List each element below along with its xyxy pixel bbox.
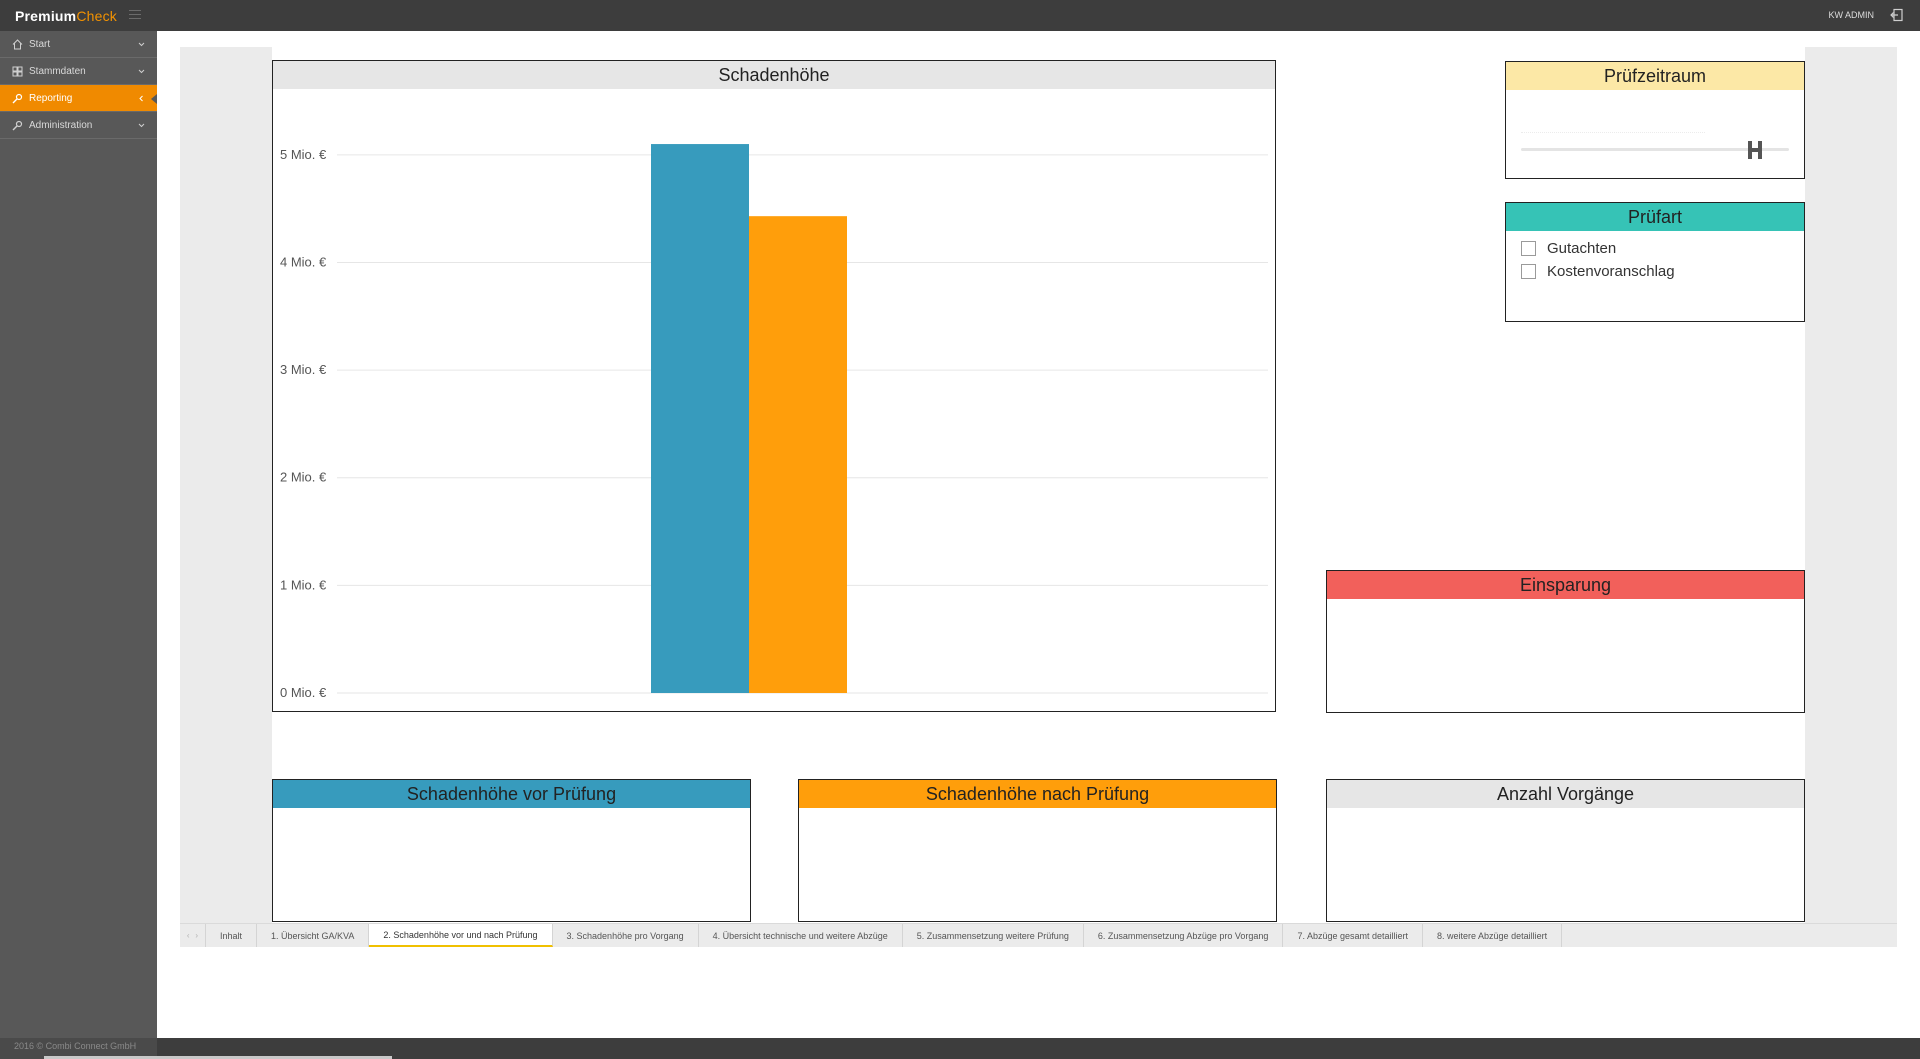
- brand-part-2: Check: [76, 8, 117, 24]
- chevron-down-icon: [138, 123, 145, 128]
- tab-page-7[interactable]: 7. Abzüge gesamt detailliert: [1283, 924, 1424, 947]
- pruefzeitraum-title: Prüfzeitraum: [1506, 62, 1804, 90]
- tab-page-0[interactable]: Inhalt: [206, 924, 258, 947]
- y-tick-label: 2 Mio. €: [280, 470, 327, 485]
- chart-card-schadenhoehe[interactable]: Schadenhöhe 0 Mio. € 1 Mio. € 2 Mio. € 3 Mi…: [272, 60, 1276, 712]
- tab-page-5[interactable]: 5. Zusammensetzung weitere Prüfung: [903, 924, 1084, 947]
- option-label: Gutachten: [1547, 240, 1617, 257]
- tab-page-1[interactable]: 1. Übersicht GA/KVA: [257, 924, 370, 947]
- kpi-card-einsparung[interactable]: Einsparung: [1326, 570, 1805, 713]
- y-tick-label: 0 Mio. €: [280, 685, 327, 700]
- nach-pruefung-title: Schadenhöhe nach Prüfung: [799, 780, 1276, 808]
- anzahl-vorgaenge-title: Anzahl Vorgänge: [1327, 780, 1804, 808]
- user-name[interactable]: KW ADMIN: [1828, 10, 1874, 20]
- chevron-left-icon: [139, 95, 143, 102]
- kpi-card-nach-pruefung[interactable]: Schadenhöhe nach Prüfung: [798, 779, 1277, 922]
- checkbox[interactable]: [1521, 241, 1536, 256]
- tab-scroll-buttons[interactable]: ‹ ›: [180, 924, 206, 947]
- wrench-icon: [12, 120, 23, 131]
- tab-page-6[interactable]: 6. Zusammensetzung Abzüge pro Vorgang: [1084, 924, 1284, 947]
- sidebar-item-stammdaten[interactable]: Stammdaten: [0, 58, 157, 85]
- pruefart-title: Prüfart: [1506, 203, 1804, 231]
- grid-icon: [12, 66, 23, 77]
- date-range-input[interactable]: [1521, 132, 1705, 133]
- filter-card-pruefart: Prüfart Gutachten Kostenvoranschlag: [1505, 202, 1805, 322]
- sidebar: Start Stammdaten Reporting Administratio…: [0, 31, 157, 1038]
- menu-toggle-icon[interactable]: [129, 10, 141, 20]
- option-label: Kostenvoranschlag: [1547, 263, 1675, 280]
- bar-series-1[interactable]: [749, 216, 847, 693]
- sidebar-item-label: Administration: [29, 119, 93, 131]
- chevron-right-icon[interactable]: ›: [195, 931, 198, 940]
- tab-page-2[interactable]: 2. Schadenhöhe vor und nach Prüfung: [369, 924, 553, 947]
- top-bar: PremiumCheck KW ADMIN: [0, 0, 1920, 31]
- chevron-down-icon: [138, 42, 145, 47]
- sidebar-item-reporting[interactable]: Reporting: [0, 85, 157, 112]
- chevron-down-icon: [138, 69, 145, 74]
- option-gutachten[interactable]: Gutachten: [1521, 237, 1804, 260]
- y-tick-label: 4 Mio. €: [280, 254, 327, 269]
- sidebar-item-label: Reporting: [29, 92, 73, 104]
- wrench-icon: [12, 93, 23, 104]
- y-tick-label: 1 Mio. €: [280, 577, 327, 592]
- bar-series-0[interactable]: [651, 144, 749, 693]
- einsparung-title: Einsparung: [1327, 571, 1804, 599]
- kpi-card-anzahl-vorgaenge[interactable]: Anzahl Vorgänge: [1326, 779, 1805, 922]
- sidebar-item-label: Start: [29, 38, 51, 50]
- bar-chart[interactable]: 0 Mio. € 1 Mio. € 2 Mio. € 3 Mio. € 4 Mio. €…: [273, 89, 1274, 710]
- checkbox[interactable]: [1521, 264, 1536, 279]
- active-indicator: [151, 94, 157, 104]
- app-logo[interactable]: PremiumCheck: [15, 8, 117, 24]
- filter-card-pruefzeitraum: Prüfzeitraum: [1505, 61, 1805, 179]
- brand-part-1: Premium: [15, 8, 77, 24]
- kpi-card-vor-pruefung[interactable]: Schadenhöhe vor Prüfung: [272, 779, 751, 922]
- footer-bar: [157, 1038, 1920, 1059]
- pruefart-options: Gutachten Kostenvoranschlag: [1506, 231, 1804, 283]
- logout-icon[interactable]: [1890, 8, 1904, 22]
- y-tick-label: 5 Mio. €: [280, 147, 327, 162]
- copyright: 2016 © Combi Connect GmbH: [14, 1041, 137, 1051]
- home-icon: [12, 39, 23, 50]
- option-kostenvoranschlag[interactable]: Kostenvoranschlag: [1521, 260, 1804, 283]
- tab-page-8[interactable]: 8. weitere Abzüge detailliert: [1423, 924, 1563, 947]
- report-page-tabs: ‹ › Inhalt 1. Übersicht GA/KVA 2. Schadenh…: [180, 923, 1897, 947]
- tab-page-4[interactable]: 4. Übersicht technische und weitere Abzü…: [699, 924, 903, 947]
- sidebar-item-start[interactable]: Start: [0, 31, 157, 58]
- chart-title: Schadenhöhe: [273, 61, 1275, 89]
- tab-page-3[interactable]: 3. Schadenhöhe pro Vorgang: [553, 924, 699, 947]
- slider-handle[interactable]: [1745, 139, 1765, 161]
- sidebar-item-administration[interactable]: Administration: [0, 112, 157, 139]
- vor-pruefung-title: Schadenhöhe vor Prüfung: [273, 780, 750, 808]
- y-tick-label: 3 Mio. €: [280, 362, 327, 377]
- sidebar-item-label: Stammdaten: [29, 65, 86, 77]
- chevron-left-icon[interactable]: ‹: [187, 931, 190, 940]
